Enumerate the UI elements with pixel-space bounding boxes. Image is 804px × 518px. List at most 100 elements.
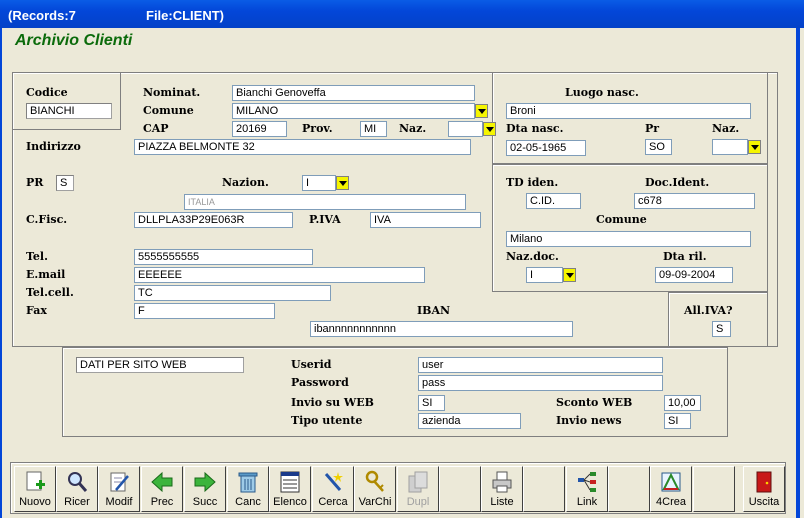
varchi-label: VarChi (358, 496, 392, 508)
pr2-label: PR (26, 176, 44, 189)
nuovo-button[interactable]: Nuovo (14, 466, 56, 512)
tel-field[interactable]: 5555555555 (134, 249, 313, 265)
uscita-label: Uscita (748, 496, 780, 508)
cerca-button[interactable]: Cerca (312, 466, 354, 512)
naz2-label: Naz. (712, 122, 740, 135)
sconto-web-field[interactable]: 10,00 (664, 395, 701, 411)
dta-ril-label: Dta ril. (663, 250, 707, 263)
liste-label: Liste (490, 496, 514, 508)
telcell-field[interactable]: TC (134, 285, 331, 301)
password-field[interactable]: pass (418, 375, 663, 391)
luogo-nasc-field[interactable]: Broni (506, 103, 751, 119)
td-iden-field[interactable]: C.ID. (526, 193, 581, 209)
prov-field[interactable]: MI (360, 121, 387, 137)
comune-field[interactable]: MILANO (232, 103, 475, 119)
invio-news-field[interactable]: SI (664, 413, 691, 429)
dupl-button[interactable]: Dupl (397, 466, 439, 512)
pr-field[interactable]: SO (645, 139, 672, 155)
all-iva-label: All.IVA? (684, 304, 733, 317)
tree-icon (578, 472, 596, 492)
empty-slot-4 (693, 466, 735, 512)
piva-field[interactable]: IVA (370, 212, 481, 228)
cfisc-field[interactable]: DLLPLA33P29E063R (134, 212, 293, 228)
arrow-left-icon (151, 471, 173, 493)
all-iva-field[interactable]: S (712, 321, 731, 337)
nominat-field[interactable]: Bianchi Genoveffa (232, 85, 475, 101)
link-label: Link (576, 496, 598, 508)
indirizzo-field[interactable]: PIAZZA BELMONTE 32 (134, 139, 471, 155)
invio-web-field[interactable]: SI (418, 395, 445, 411)
prec-label: Prec (150, 496, 174, 508)
telcell-label: Tel.cell. (26, 286, 74, 299)
pr-label: Pr (645, 122, 660, 135)
arrow-right-icon (194, 471, 216, 493)
crea-label: 4Crea (656, 496, 686, 508)
invio-news-label: Invio news (556, 414, 622, 427)
nuovo-label: Nuovo (19, 496, 51, 508)
naz-doc-dropdown-button[interactable] (563, 268, 576, 282)
ricer-button[interactable]: Ricer (56, 466, 98, 512)
wand-icon (324, 472, 343, 491)
canc-button[interactable]: Canc (227, 466, 269, 512)
naz2-dropdown-button[interactable] (748, 140, 761, 154)
naz-field[interactable] (448, 121, 483, 137)
link-button[interactable]: Link (566, 466, 608, 512)
ricer-label: Ricer (64, 496, 90, 508)
prec-button[interactable]: Prec (141, 466, 183, 512)
td-iden-label: TD iden. (506, 176, 559, 189)
codice-field[interactable]: BIANCHI (26, 103, 112, 119)
naz2-field[interactable] (712, 139, 748, 155)
elenco-button[interactable]: Elenco (269, 466, 311, 512)
dta-nasc-field[interactable]: 02-05-1965 (506, 140, 586, 156)
succ-button[interactable]: Succ (184, 466, 226, 512)
tipo-utente-label: Tipo utente (291, 414, 363, 427)
indirizzo-label: Indirizzo (26, 140, 81, 153)
cap-field[interactable]: 20169 (232, 121, 287, 137)
list-icon (280, 471, 300, 493)
empty-slot-2 (523, 466, 565, 512)
empty-slot-3 (608, 466, 650, 512)
email-field[interactable]: EEEEEE (134, 267, 425, 283)
elenco-label: Elenco (273, 496, 307, 508)
fax-label: Fax (26, 304, 47, 317)
comune2-field[interactable]: Milano (506, 231, 751, 247)
varchi-button[interactable]: VarChi (354, 466, 396, 512)
doc-ident-label: Doc.Ident. (645, 176, 710, 189)
printer-icon (492, 471, 512, 493)
nazion-label: Nazion. (222, 176, 269, 189)
nazion-dropdown-button[interactable] (336, 176, 349, 190)
tel-label: Tel. (26, 250, 48, 263)
comune-dropdown-button[interactable] (475, 104, 488, 118)
succ-label: Succ (192, 496, 218, 508)
codice-label: Codice (26, 86, 68, 99)
nazion-description: ITALIA (184, 194, 466, 210)
naz-label: Naz. (399, 122, 427, 135)
fax-field[interactable]: F (134, 303, 275, 319)
tipo-utente-field[interactable]: azienda (418, 413, 521, 429)
comune2-label: Comune (596, 213, 647, 226)
crea-icon (661, 472, 681, 492)
pr2-field[interactable]: S (56, 175, 74, 191)
dta-nasc-label: Dta nasc. (506, 122, 564, 135)
iban-field[interactable]: ibannnnnnnnnnn (310, 321, 573, 337)
comune-label: Comune (143, 104, 194, 117)
window-titlebar: (Records:7 File:CLIENT) (0, 0, 804, 28)
liste-button[interactable]: Liste (481, 466, 523, 512)
modif-button[interactable]: Modif (98, 466, 140, 512)
naz-dropdown-button[interactable] (483, 122, 496, 136)
email-label: E.mail (26, 268, 66, 281)
invio-web-label: Invio su WEB (291, 396, 374, 409)
naz-doc-field[interactable]: I (526, 267, 563, 283)
alliva-box (668, 292, 768, 347)
userid-field[interactable]: user (418, 357, 663, 373)
crea-button[interactable]: 4Crea (650, 466, 692, 512)
doc-ident-field[interactable]: c678 (634, 193, 755, 209)
modif-label: Modif (105, 496, 133, 508)
piva-label: P.IVA (309, 213, 341, 226)
password-label: Password (291, 376, 349, 389)
new-document-icon (26, 471, 45, 491)
nazion-field[interactable]: I (302, 175, 336, 191)
uscita-button[interactable]: Uscita (743, 466, 785, 512)
codice-box (12, 72, 121, 130)
dta-ril-field[interactable]: 09-09-2004 (655, 267, 733, 283)
